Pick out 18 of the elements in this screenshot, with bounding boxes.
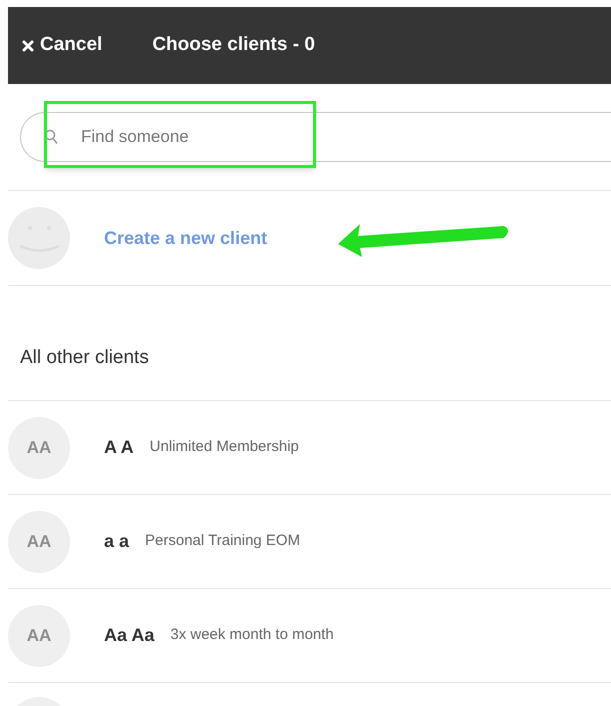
initials-avatar: AA bbox=[8, 510, 70, 572]
client-plan: 3x week month to month bbox=[170, 625, 334, 646]
client-row[interactable]: AA a a Personal Training EOM bbox=[8, 495, 611, 589]
client-plan: Unlimited Membership bbox=[150, 437, 299, 458]
client-name: Aa Aa bbox=[104, 624, 154, 647]
close-icon bbox=[22, 40, 34, 52]
initials-avatar: AA bbox=[8, 604, 70, 666]
smiley-avatar-icon bbox=[8, 207, 70, 269]
client-row[interactable]: AA Aa Aa 3x week month to month bbox=[8, 589, 611, 683]
header-title: Choose clients - 0 bbox=[152, 33, 315, 58]
client-row[interactable]: AA A A Unlimited Membership bbox=[8, 401, 611, 495]
client-name: a a bbox=[104, 530, 130, 553]
section-heading: All other clients bbox=[20, 346, 149, 370]
client-name: A A bbox=[104, 436, 134, 459]
client-plan: Personal Training EOM bbox=[145, 531, 300, 552]
initials-avatar: AA bbox=[8, 416, 70, 478]
search-field[interactable]: Find someone bbox=[20, 112, 611, 162]
cancel-button[interactable]: Cancel bbox=[22, 31, 102, 60]
